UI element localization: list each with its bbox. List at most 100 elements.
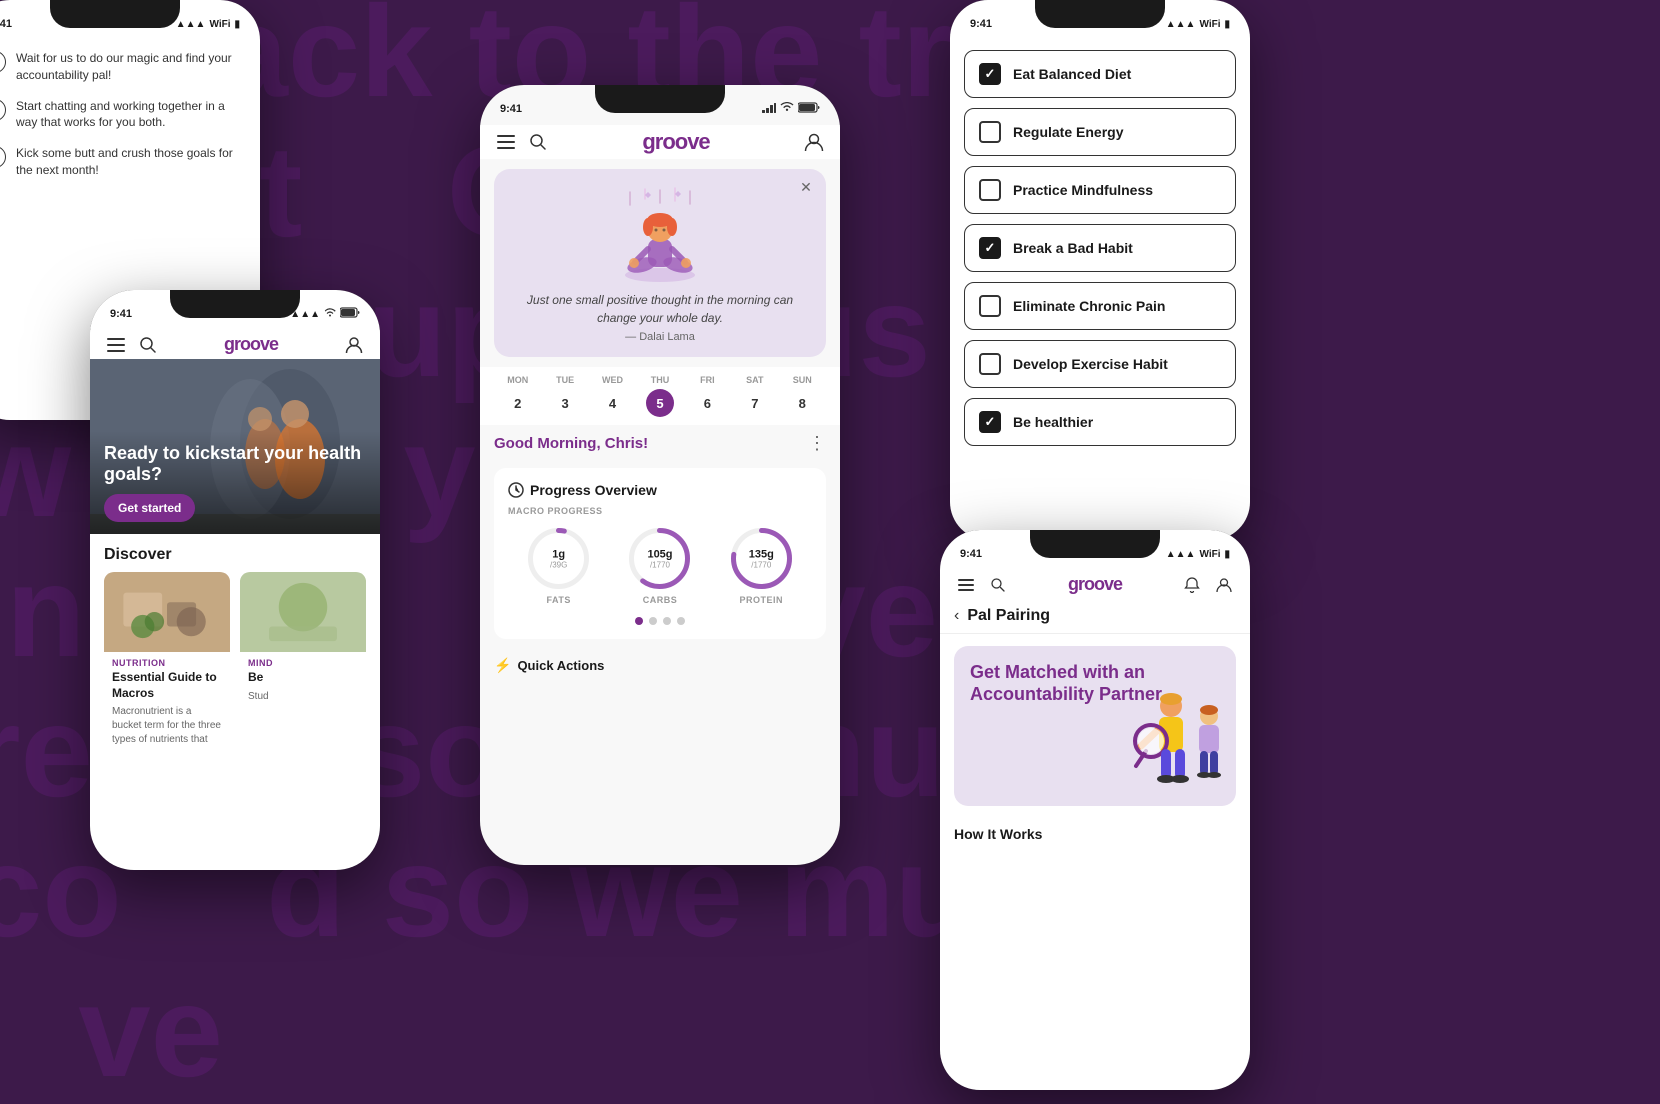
notch-far-left — [50, 0, 180, 28]
pal-illustration — [1126, 681, 1231, 801]
goal-label-mindfulness: Practice Mindfulness — [1013, 182, 1153, 198]
cal-num-wed[interactable]: 4 — [599, 389, 627, 417]
cal-day-wed: WED 4 — [599, 375, 627, 417]
cal-num-tue[interactable]: 3 — [551, 389, 579, 417]
card-img-2 — [240, 572, 366, 652]
fats-total: /39G — [550, 560, 567, 569]
step-text-4: Start chatting and working together in a… — [16, 98, 246, 132]
card2-tag: MIND — [240, 652, 366, 670]
hamburger-icon-left[interactable] — [106, 335, 126, 355]
dot-3[interactable] — [663, 617, 671, 625]
wifi-icon-rb: WiFi — [1199, 549, 1220, 560]
progress-section: Progress Overview MACRO PROGRESS 1g /39G — [494, 468, 826, 639]
greeting-text: Good Morning, Chris! — [494, 435, 648, 452]
search-icon-center[interactable] — [528, 132, 548, 152]
protein-total: /1770 — [749, 560, 774, 569]
cal-num-sun[interactable]: 8 — [788, 389, 816, 417]
status-time-right-bottom: 9:41 — [960, 548, 982, 560]
signal-icon-center — [762, 103, 776, 116]
hamburger-icon-rb[interactable] — [956, 575, 976, 595]
battery-icon: ▮ — [234, 19, 240, 30]
cal-label-wed: WED — [602, 375, 623, 385]
nav-rb-icons-left — [956, 575, 1008, 595]
search-icon-left[interactable] — [138, 335, 158, 355]
step-text-3: Wait for us to do our magic and find you… — [16, 50, 246, 84]
goal-checkbox-pain[interactable] — [979, 295, 1001, 317]
goal-label-healthier: Be healthier — [1013, 414, 1093, 430]
dot-2[interactable] — [649, 617, 657, 625]
card1-desc: Macronutrient is a bucket term for the t… — [104, 701, 230, 755]
close-button[interactable]: ✕ — [796, 177, 816, 197]
wifi-icon-rt: WiFi — [1199, 19, 1220, 30]
status-icons-right-bottom: ▲▲▲ WiFi ▮ — [1166, 549, 1230, 560]
macro-circles: 1g /39G FATS 105g — [508, 526, 812, 605]
macro-protein: 135g /1770 PROTEIN — [729, 526, 794, 605]
clock-icon — [508, 482, 524, 498]
quick-actions-row: ⚡ Quick Actions — [480, 649, 840, 682]
more-options-button[interactable]: ⋮ — [808, 433, 826, 454]
nav-bar-right-bottom: groove — [940, 570, 1250, 599]
hero-overlay: Ready to kickstart your health goals? Ge… — [90, 431, 380, 534]
notch-right-top — [1035, 0, 1165, 28]
macro-label: MACRO PROGRESS — [508, 506, 812, 516]
goal-checkbox-healthier[interactable] — [979, 411, 1001, 433]
card2-desc: Stud — [240, 686, 366, 712]
card-mind: MIND Be Stud — [240, 572, 366, 755]
phone-center: 9:41 groove — [480, 85, 840, 865]
goal-item-diet: Eat Balanced Diet — [964, 50, 1236, 98]
get-started-button[interactable]: Get started — [104, 494, 195, 522]
cal-label-fri: FRI — [700, 375, 715, 385]
pal-header: ‹ Pal Pairing — [940, 599, 1250, 634]
cal-day-sun: SUN 8 — [788, 375, 816, 417]
bell-icon-rb[interactable] — [1182, 575, 1202, 595]
cal-day-tue: TUE 3 — [551, 375, 579, 417]
search-icon-rb[interactable] — [988, 575, 1008, 595]
cal-num-thu[interactable]: 5 — [646, 389, 674, 417]
dot-4[interactable] — [677, 617, 685, 625]
step-item-4: 4 Start chatting and working together in… — [0, 98, 246, 132]
phone-right-bottom: 9:41 ▲▲▲ WiFi ▮ groove — [940, 530, 1250, 1090]
cal-label-sat: SAT — [746, 375, 763, 385]
profile-icon-rb[interactable] — [1214, 575, 1234, 595]
goal-checkbox-energy[interactable] — [979, 121, 1001, 143]
status-icons-center — [762, 102, 820, 116]
card1-tag: NUTRITION — [104, 652, 230, 670]
cal-num-fri[interactable]: 6 — [693, 389, 721, 417]
step-item-3: 3 Wait for us to do our magic and find y… — [0, 50, 246, 84]
goal-label-pain: Eliminate Chronic Pain — [1013, 298, 1165, 314]
profile-icon-center[interactable] — [804, 132, 824, 152]
dot-1[interactable] — [635, 617, 643, 625]
back-button[interactable]: ‹ — [954, 607, 959, 625]
notch-right-bottom — [1030, 530, 1160, 558]
goal-checkbox-diet[interactable] — [979, 63, 1001, 85]
lightning-icon: ⚡ — [494, 657, 511, 674]
goal-item-exercise: Develop Exercise Habit — [964, 340, 1236, 388]
status-time-right-top: 9:41 — [970, 18, 992, 30]
step-num-5: 5 — [0, 146, 6, 168]
notch-left — [170, 290, 300, 318]
carbs-ring: 105g /1770 — [627, 526, 692, 591]
goal-checkbox-habit[interactable] — [979, 237, 1001, 259]
hamburger-icon-center[interactable] — [496, 132, 516, 152]
quote-author: — Dalai Lama — [508, 331, 812, 343]
fats-value: 1g — [550, 548, 567, 560]
card1-title: Essential Guide to Macros — [104, 670, 230, 701]
hero-title: Ready to kickstart your health goals? — [104, 443, 366, 486]
profile-icon-left[interactable] — [344, 335, 364, 355]
pal-pairing-title: Pal Pairing — [967, 607, 1050, 625]
meditation-quote: Just one small positive thought in the m… — [508, 291, 812, 327]
pal-hero-card: Get Matched with an Accountability Partn… — [954, 646, 1236, 806]
goal-item-habit: Break a Bad Habit — [964, 224, 1236, 272]
nav-center-icons-left — [496, 132, 548, 152]
cal-label-tue: TUE — [556, 375, 574, 385]
logo-rb: groove — [1068, 574, 1122, 595]
battery-icon-left — [340, 307, 360, 321]
goal-checkbox-exercise[interactable] — [979, 353, 1001, 375]
goal-checkbox-mindfulness[interactable] — [979, 179, 1001, 201]
cal-num-sat[interactable]: 7 — [741, 389, 769, 417]
quick-actions-label: Quick Actions — [517, 658, 604, 673]
cal-num-mon[interactable]: 2 — [504, 389, 532, 417]
signal-icon-rt: ▲▲▲ — [1166, 19, 1196, 30]
goal-item-healthier: Be healthier — [964, 398, 1236, 446]
cal-label-sun: SUN — [793, 375, 812, 385]
